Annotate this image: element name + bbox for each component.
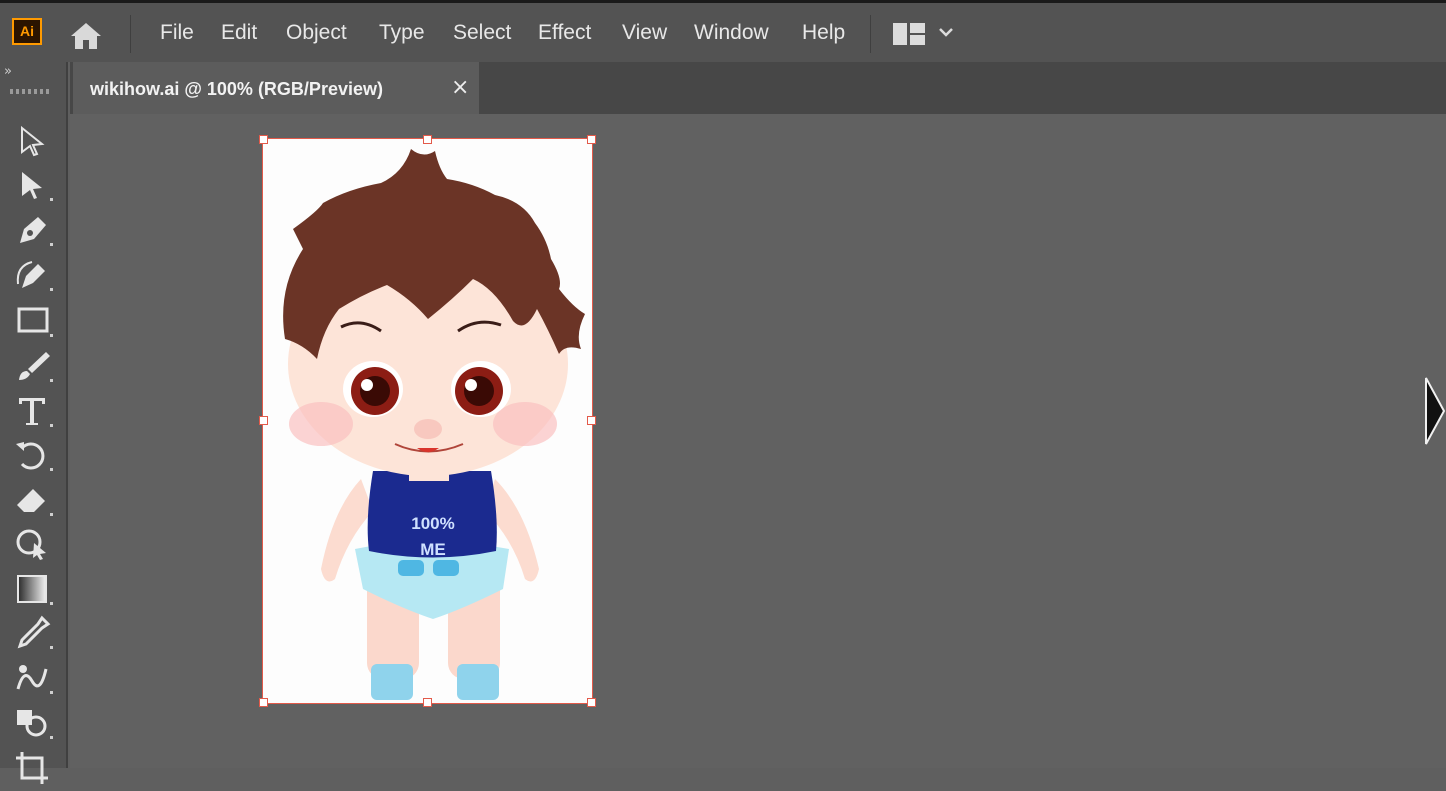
baby-left-sock — [371, 664, 413, 700]
selection-handle[interactable] — [423, 698, 432, 707]
symbol-sprayer-tool-icon[interactable] — [12, 704, 56, 742]
selection-tool-icon[interactable] — [12, 122, 56, 160]
menu-separator — [130, 15, 131, 53]
document-tab-bar: wikihow.ai @ 100% (RGB/Preview) × — [70, 62, 1446, 114]
menu-view[interactable]: View — [622, 21, 667, 45]
shape-builder-tool-icon[interactable] — [12, 525, 56, 563]
baby-illustration[interactable]: 100% ME — [263, 139, 592, 703]
artboard-tool-icon[interactable] — [12, 748, 56, 786]
menu-separator — [870, 15, 871, 53]
chevron-down-icon[interactable] — [937, 25, 955, 39]
tools-panel: » — [0, 62, 68, 784]
collapse-panel-button[interactable]: » — [4, 64, 12, 79]
menu-type[interactable]: Type — [379, 21, 425, 45]
paintbrush-tool-icon[interactable] — [12, 347, 56, 385]
home-icon[interactable] — [68, 19, 104, 51]
selection-handle[interactable] — [259, 135, 268, 144]
curvature-tool-icon[interactable] — [12, 256, 56, 294]
selection-handle[interactable] — [423, 135, 432, 144]
menu-edit[interactable]: Edit — [221, 21, 257, 45]
document-tab-title[interactable]: wikihow.ai @ 100% (RGB/Preview) — [90, 79, 383, 100]
shirt-text-line1: 100% — [411, 514, 454, 533]
app-logo: Ai — [12, 18, 42, 45]
selection-handle[interactable] — [587, 135, 596, 144]
eraser-tool-icon[interactable] — [12, 481, 56, 519]
document-tab[interactable]: wikihow.ai @ 100% (RGB/Preview) × — [73, 62, 479, 114]
baby-right-sock — [457, 664, 499, 700]
selection-handle[interactable] — [259, 698, 268, 707]
eyedropper-tool-icon[interactable] — [12, 614, 56, 652]
menu-effect[interactable]: Effect — [538, 21, 591, 45]
selection-handle[interactable] — [259, 416, 268, 425]
rectangle-tool-icon[interactable] — [12, 302, 56, 340]
pen-tool-icon[interactable] — [12, 211, 56, 249]
menu-window[interactable]: Window — [694, 21, 769, 45]
direct-selection-tool-icon[interactable] — [12, 166, 56, 204]
menu-file[interactable]: File — [160, 21, 194, 45]
shirt-text-line2: ME — [420, 540, 446, 559]
menu-help[interactable]: Help — [802, 21, 845, 45]
close-tab-button[interactable]: × — [451, 75, 469, 100]
panel-grip[interactable] — [10, 89, 50, 94]
gradient-tool-icon[interactable] — [12, 570, 56, 608]
type-tool-icon[interactable] — [12, 392, 56, 430]
selection-handle[interactable] — [587, 416, 596, 425]
rotate-tool-icon[interactable] — [12, 436, 56, 474]
menu-object[interactable]: Object — [286, 21, 347, 45]
menu-select[interactable]: Select — [453, 21, 511, 45]
selection-handle[interactable] — [587, 698, 596, 707]
expand-panel-arrow-icon[interactable] — [1424, 376, 1446, 446]
blend-tool-icon[interactable] — [12, 659, 56, 697]
workspace-switcher-icon[interactable] — [892, 21, 926, 47]
menu-bar: Ai File Edit Object Type Select Effect V… — [0, 0, 1446, 62]
